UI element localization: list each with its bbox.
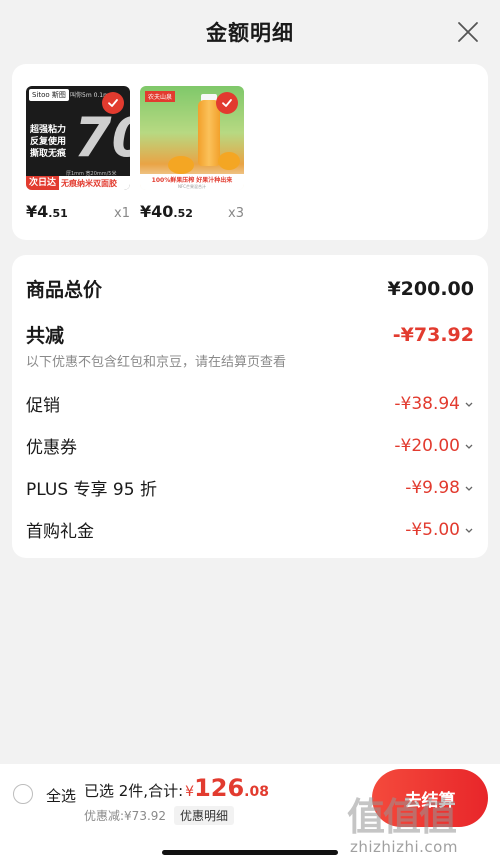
product-price: ¥40.52	[140, 202, 193, 221]
total-reduction-row: 共减 -¥73.92	[26, 321, 474, 348]
price-decimal: .51	[48, 207, 68, 220]
thumb-feature: 反复使用	[30, 137, 67, 147]
select-all-radio[interactable]	[13, 784, 33, 804]
selected-count-text: 已选 2件,合计:	[84, 782, 184, 800]
product-list-card: Sitoo 斯图 叫你5m 0.1mm 超强粘力 反复使用 撕取无痕 70 厚1…	[12, 64, 488, 240]
total-amount-decimal: .08	[244, 784, 269, 800]
thumb-slogan: 100%鲜果压榨 好果汁种出来	[151, 177, 233, 184]
price-integer: ¥40	[140, 202, 174, 221]
product-item[interactable]: Sitoo 斯图 叫你5m 0.1mm 超强粘力 反复使用 撕取无痕 70 厚1…	[26, 86, 130, 221]
price-integer: ¥4	[26, 202, 49, 221]
product-thumbnail[interactable]: Sitoo 斯图 叫你5m 0.1mm 超强粘力 反复使用 撕取无痕 70 厚1…	[26, 86, 130, 190]
discount-amount: -¥9.98	[405, 477, 460, 498]
thumb-subtitle: NFC芒果混合汁	[177, 184, 207, 189]
thumb-banner-text: 无痕纳米双面胶	[61, 178, 118, 188]
discount-detail-button[interactable]: 优惠明细	[174, 806, 235, 825]
discount-label: PLUS 专享 95 折	[26, 480, 157, 500]
discount-value: -¥38.94	[394, 394, 474, 414]
thumb-banner: 次日达 无痕纳米双面胶	[26, 176, 130, 190]
discount-label: 首购礼金	[26, 522, 94, 542]
thumb-big-number: 70	[74, 106, 130, 169]
header: 金额明细	[0, 0, 500, 64]
check-icon	[216, 92, 238, 114]
chevron-down-icon[interactable]	[464, 525, 474, 535]
check-icon	[102, 92, 124, 114]
watermark-text: 值值值	[347, 795, 457, 839]
home-indicator[interactable]	[162, 850, 338, 855]
total-price-value: ¥200.00	[387, 277, 474, 300]
discount-row-plus[interactable]: PLUS 专享 95 折 -¥9.98	[26, 475, 474, 500]
close-icon[interactable]	[456, 20, 480, 44]
total-reduction-label: 共减	[26, 325, 65, 347]
thumb-features: 超强粘力 反复使用 撕取无痕	[30, 124, 66, 160]
juice-bottle	[198, 100, 220, 166]
total-price-row: 商品总价 ¥200.00	[26, 275, 474, 302]
total-reduction-value: -¥73.92	[392, 323, 474, 346]
watermark-url: zhizhizhi.com	[350, 838, 458, 856]
discount-value: -¥20.00	[394, 436, 474, 456]
discount-amount: -¥20.00	[394, 435, 460, 456]
discount-value: -¥5.00	[405, 520, 474, 540]
discount-summary-text: 优惠减:¥73.92	[84, 809, 167, 823]
product-price: ¥4.51	[26, 202, 68, 221]
discount-row-first-purchase[interactable]: 首购礼金 -¥5.00	[26, 517, 474, 542]
thumb-footer: 100%鲜果压榨 好果汁种出来 NFC芒果混合汁	[140, 174, 244, 190]
selected-total: 已选 2件,合计: ¥ 126 .08	[84, 774, 269, 802]
thumb-feature: 撕取无痕	[30, 149, 67, 159]
price-decimal: .52	[173, 207, 193, 220]
discount-label: 促销	[26, 396, 60, 416]
chevron-down-icon[interactable]	[464, 441, 474, 451]
brand-logo: 农夫山泉	[145, 91, 176, 102]
chevron-down-icon[interactable]	[464, 399, 474, 409]
select-all-label[interactable]: 全选	[46, 785, 76, 806]
thumb-feature: 超强粘力	[30, 125, 67, 135]
discount-label: 优惠券	[26, 438, 77, 458]
next-day-tag: 次日达	[26, 176, 60, 190]
chevron-down-icon[interactable]	[464, 483, 474, 493]
discount-amount: -¥5.00	[405, 519, 460, 540]
total-currency: ¥	[185, 784, 195, 800]
mango-icon	[168, 156, 194, 174]
discount-row-coupon[interactable]: 优惠券 -¥20.00	[26, 433, 474, 458]
discount-note: 以下优惠不包含红包和京豆，请在结算页查看	[26, 355, 287, 370]
product-quantity: x3	[228, 206, 244, 221]
product-quantity: x1	[114, 206, 130, 221]
product-thumbnail[interactable]: 农夫山泉 100%鲜果压榨 好果汁种出来 NFC芒果混合汁	[140, 86, 244, 190]
page-title: 金额明细	[206, 21, 294, 45]
total-price-label: 商品总价	[26, 279, 103, 301]
discount-value: -¥9.98	[405, 478, 474, 498]
price-summary-card: 商品总价 ¥200.00 共减 -¥73.92 以下优惠不包含红包和京豆，请在结…	[12, 255, 488, 558]
product-price-row: ¥40.52 x3	[140, 202, 244, 221]
brand-logo: Sitoo 斯图	[29, 89, 69, 101]
total-amount: 126	[194, 774, 245, 802]
discount-amount: -¥38.94	[394, 393, 460, 414]
mango-icon	[218, 152, 240, 170]
product-price-row: ¥4.51 x1	[26, 202, 130, 221]
product-item[interactable]: 农夫山泉 100%鲜果压榨 好果汁种出来 NFC芒果混合汁 ¥40.52 x3	[140, 86, 244, 221]
discount-row-promotion[interactable]: 促销 -¥38.94	[26, 391, 474, 416]
discount-summary: 优惠减:¥73.92 优惠明细	[84, 806, 235, 825]
